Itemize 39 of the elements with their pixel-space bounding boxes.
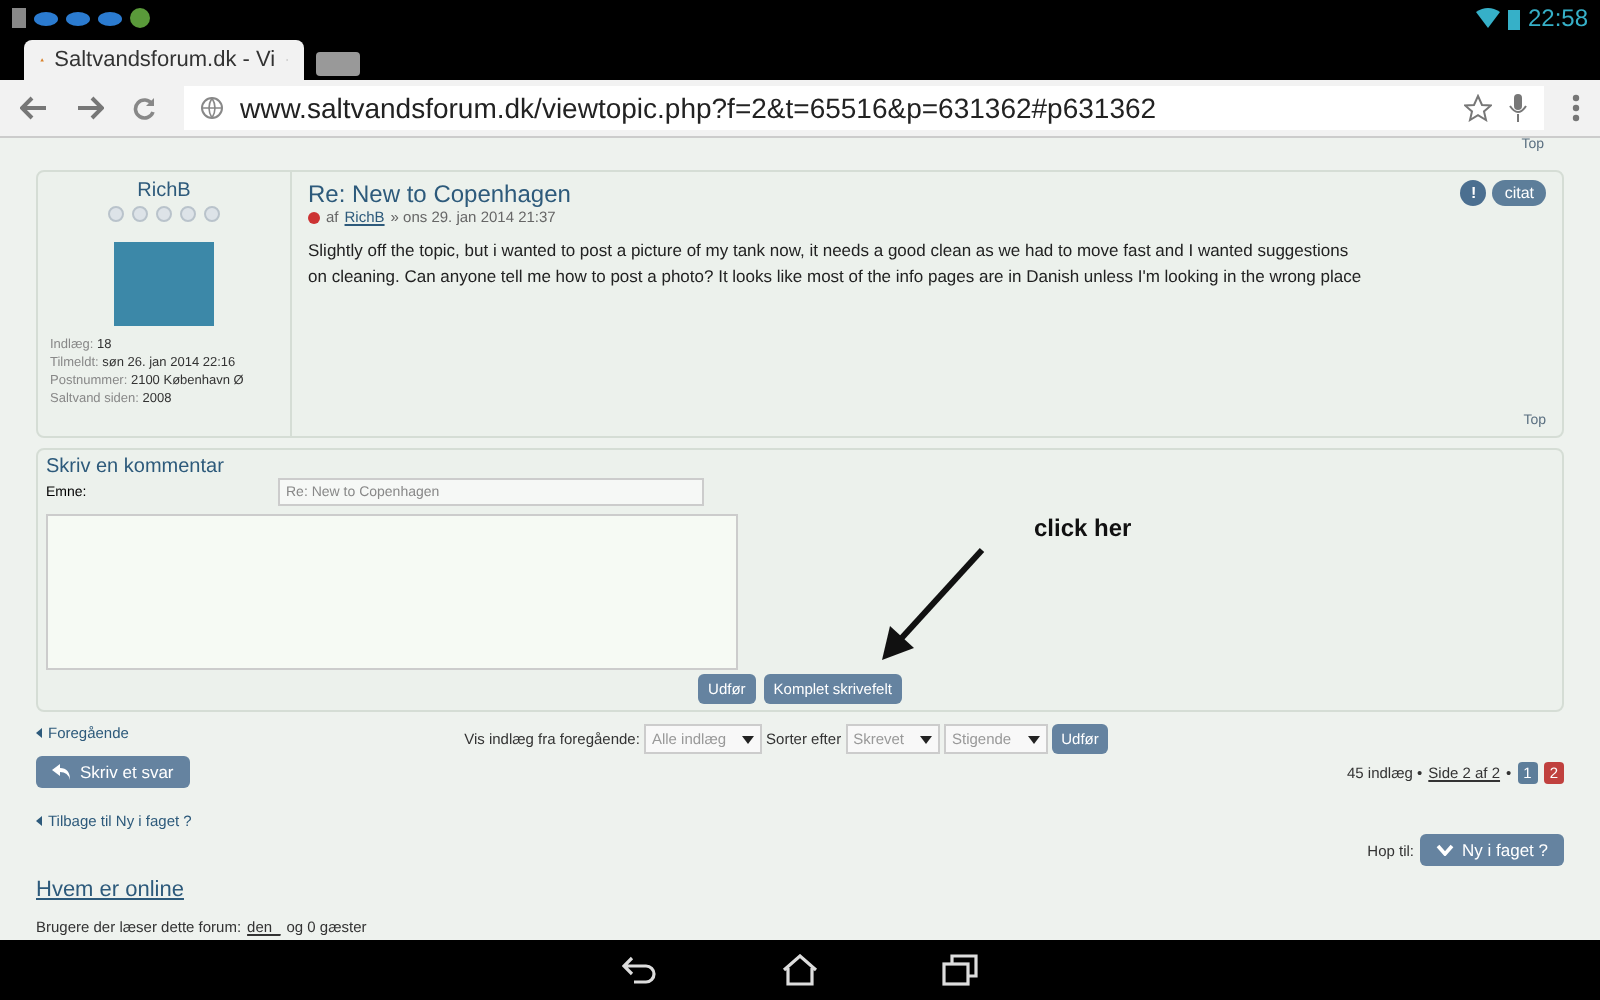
jump-button[interactable]: Ny i faget ? <box>1420 834 1564 866</box>
caret-left-icon <box>36 816 42 826</box>
browser-tab[interactable]: Saltvandsforum.dk - Vi <box>24 40 304 80</box>
clock: 22:58 <box>1527 4 1588 32</box>
menu-icon[interactable] <box>1572 94 1580 122</box>
caret-down-icon <box>1027 735 1040 743</box>
reply-icon <box>52 764 72 780</box>
avatar-photo-placeholder <box>114 242 214 326</box>
arrow-drawing <box>882 546 986 662</box>
battery-icon <box>1507 7 1520 29</box>
annotation-text: click her <box>1034 514 1132 542</box>
caret-left-icon <box>36 728 42 738</box>
caret-down-icon <box>920 735 932 743</box>
author-name[interactable]: RichB <box>137 180 191 202</box>
report-button[interactable]: ! <box>1460 180 1487 206</box>
home-icon[interactable] <box>782 954 818 986</box>
rank-icon <box>104 206 224 222</box>
globe-icon <box>200 96 224 120</box>
star-icon[interactable] <box>1464 94 1492 122</box>
reply-button[interactable]: Skriv et svar <box>36 756 190 788</box>
reply-heading: Skriv en kommentar <box>46 456 226 478</box>
microphone-icon[interactable] <box>1508 94 1528 122</box>
recent-apps-icon[interactable] <box>942 954 978 986</box>
post-icon <box>308 211 320 223</box>
quote-button[interactable]: citat <box>1492 180 1546 206</box>
fish-icon <box>98 11 122 25</box>
reload-icon[interactable] <box>132 96 156 120</box>
wifi-icon <box>1475 8 1500 28</box>
fish-icon <box>66 11 90 25</box>
forward-icon[interactable] <box>76 96 104 120</box>
message-field[interactable] <box>46 514 738 670</box>
fish-icon <box>34 11 58 25</box>
post-title[interactable]: Re: New to Copenhagen <box>308 180 571 208</box>
caret-down-icon <box>742 735 755 743</box>
post-text: Slightly off the topic, but i wanted to post a picture of my tank now, it needs a good clean as we had to move fast and I wanted suggestions on cleaning. Can anyone tell me how to post a photo? It looks like most of the info pages are in Danish unless I'm looking in the wrong place <box>308 238 1364 289</box>
document-icon <box>12 8 26 28</box>
chevron-down-icon <box>1436 844 1454 856</box>
online-heading[interactable]: Hvem er online <box>36 878 1564 902</box>
address-bar[interactable]: www.saltvandsforum.dk/viewtopic.php?f=2&t=65516&p=631362#p631362 <box>184 86 1544 130</box>
